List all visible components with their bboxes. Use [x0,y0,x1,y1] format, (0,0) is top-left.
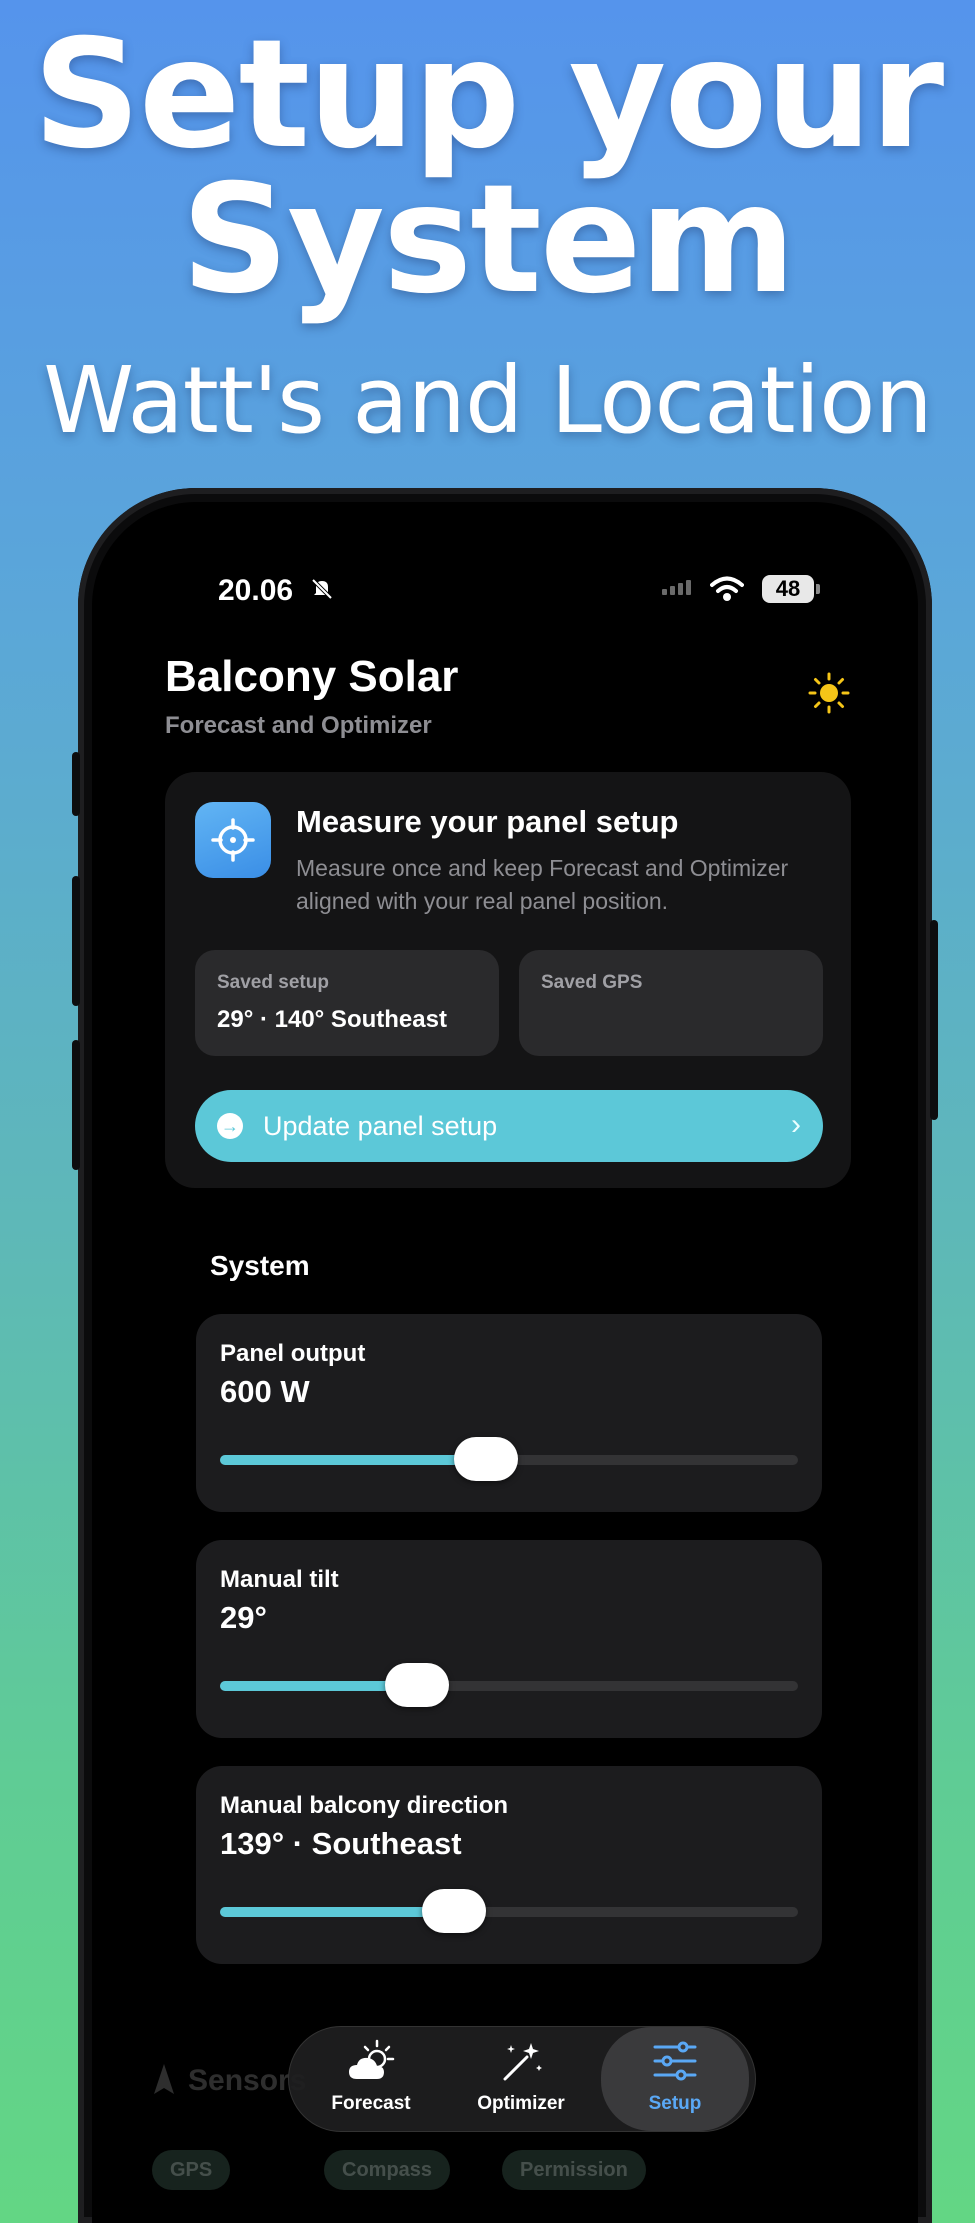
slider-thumb[interactable] [422,1889,487,1933]
tab-setup[interactable]: Setup [601,2027,749,2131]
status-time: 20.06 [218,574,294,607]
tab-bar: Forecast Optimizer Setup [288,2026,756,2132]
balcony-direction-slider[interactable] [220,1889,798,1933]
slider-fill [220,1455,486,1465]
tab-optimizer-label: Optimizer [477,2093,565,2114]
promo-headline-line2: System [181,153,796,327]
measure-setup-card: Measure your panel setup Measure once an… [165,772,851,1188]
manual-tilt-value: 29° [220,1600,267,1635]
update-panel-setup-label: Update panel setup [263,1111,498,1141]
panel-output-slider[interactable] [220,1437,798,1481]
battery-indicator: 48 [762,575,820,603]
location-arrow-icon [152,2062,176,2101]
saved-setup-value: 29° · 140° Southeast [217,1006,447,1033]
phone-volume-down [72,1040,80,1170]
measure-card-description: Measure once and keep Forecast and Optim… [296,855,789,914]
manual-tilt-slider[interactable] [220,1663,798,1707]
crosshair-icon [195,802,271,878]
slider-fill [220,1907,455,1917]
balcony-direction-value: 139° · Southeast [220,1826,462,1861]
saved-setup-label: Saved setup [217,972,329,993]
silent-bell-icon [310,578,334,606]
saved-gps-label: Saved GPS [541,972,643,993]
permission-chip[interactable]: Permission [502,2150,646,2190]
measure-card-title: Measure your panel setup [296,804,679,839]
slider-thumb[interactable] [384,1663,449,1707]
saved-setup-box: Saved setup 29° · 140° Southeast [195,950,499,1056]
phone-power-button [930,920,938,1120]
balcony-direction-label: Manual balcony direction [220,1792,509,1819]
panel-output-label: Panel output [220,1340,366,1367]
compass-chip[interactable]: Compass [324,2150,451,2190]
slider-thumb[interactable] [453,1437,518,1481]
chevron-right-icon: › [791,1108,801,1141]
tab-forecast-label: Forecast [331,2093,411,2114]
signal-icon [662,580,691,595]
phone-action-button [72,752,80,816]
panel-output-value: 600 W [220,1374,310,1409]
manual-tilt-card: Manual tilt 29° [196,1540,822,1738]
wifi-icon [710,576,744,607]
tab-forecast[interactable]: Forecast [297,2027,445,2131]
promo-headline-line1: Setup your [32,8,944,182]
phone-volume-up [72,876,80,1006]
manual-tilt-label: Manual tilt [220,1566,339,1593]
cloud-sun-icon [347,2039,395,2083]
arrow-right-circle-icon: → [217,1113,243,1139]
sun-icon[interactable] [808,672,850,714]
balcony-direction-card: Manual balcony direction 139° · Southeas… [196,1766,822,1964]
update-panel-setup-button[interactable]: → Update panel setup › [195,1090,823,1162]
sliders-icon [651,2039,699,2083]
system-section-title: System [210,1250,310,1281]
app-screen: 20.06 48 Balcony Solar Forecast and Opti… [92,502,918,2223]
app-subtitle: Forecast and Optimizer [165,712,432,739]
gps-chip[interactable]: GPS [152,2150,231,2190]
tab-setup-label: Setup [648,2093,702,2114]
promo-headline-line3: Watt's and Location [43,347,933,454]
tab-optimizer[interactable]: Optimizer [447,2027,595,2131]
panel-output-card: Panel output 600 W [196,1314,822,1512]
saved-gps-box: Saved GPS [519,950,823,1056]
app-title: Balcony Solar [165,652,459,701]
magic-wand-icon [497,2039,545,2083]
